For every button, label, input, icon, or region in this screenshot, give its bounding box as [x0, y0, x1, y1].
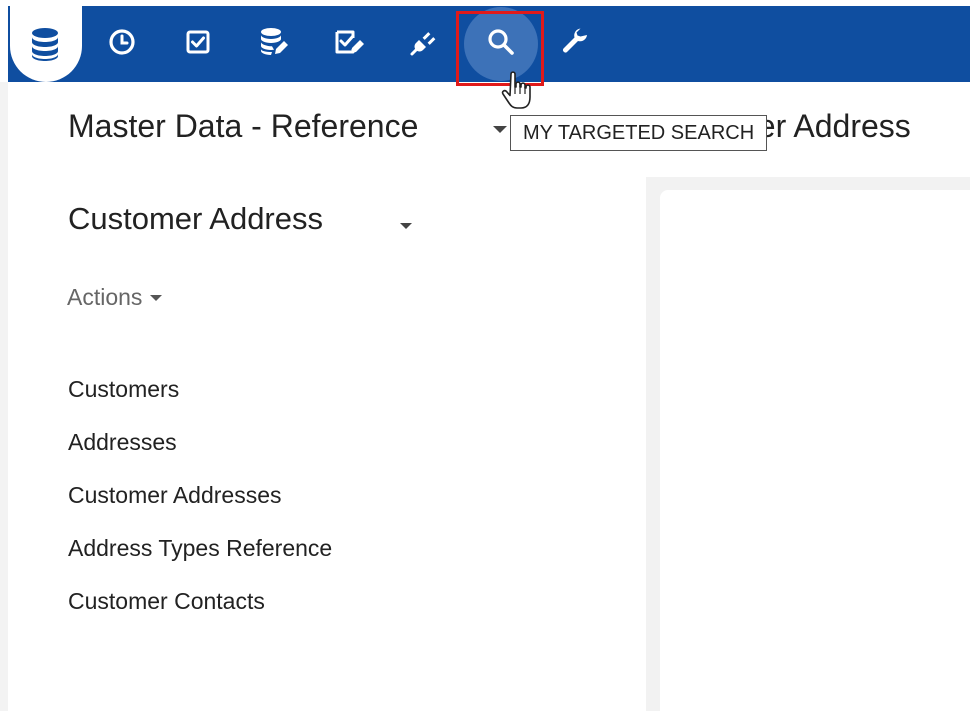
- checkbox-icon[interactable]: [180, 24, 216, 60]
- database-icon[interactable]: [26, 25, 64, 63]
- title-dropdown-caret-icon[interactable]: [493, 126, 507, 133]
- top-toolbar: [0, 0, 970, 86]
- section-title: Customer Address: [68, 201, 323, 236]
- sidebar-item-customer-addresses[interactable]: Customer Addresses: [68, 478, 332, 531]
- tooltip: MY TARGETED SEARCH: [510, 115, 768, 151]
- sidebar-item-address-types-reference[interactable]: Address Types Reference: [68, 531, 332, 584]
- sidebar-item-customer-contacts[interactable]: Customer Contacts: [68, 584, 332, 637]
- plug-icon[interactable]: [406, 24, 442, 60]
- wrench-icon[interactable]: [558, 24, 594, 60]
- section-dropdown-caret-icon[interactable]: [400, 223, 412, 229]
- app-window: Master Data - Reference ner Address MY T…: [0, 0, 970, 711]
- sidebar-item-addresses[interactable]: Addresses: [68, 425, 332, 478]
- sidebar-item-customers[interactable]: Customers: [68, 372, 332, 425]
- page-title: Master Data - Reference: [68, 108, 419, 144]
- sidebar-nav: Customers Addresses Customer Addresses A…: [68, 372, 332, 637]
- database-edit-icon[interactable]: [255, 24, 291, 60]
- actions-label: Actions: [67, 284, 143, 310]
- hand-pointer-cursor-icon: [501, 71, 531, 109]
- clock-icon[interactable]: [104, 24, 140, 60]
- caret-down-icon: [150, 294, 163, 301]
- actions-dropdown[interactable]: Actions: [67, 284, 163, 311]
- window-edge: [0, 0, 8, 711]
- checklist-edit-icon[interactable]: [331, 24, 367, 60]
- content-panel: [660, 190, 970, 711]
